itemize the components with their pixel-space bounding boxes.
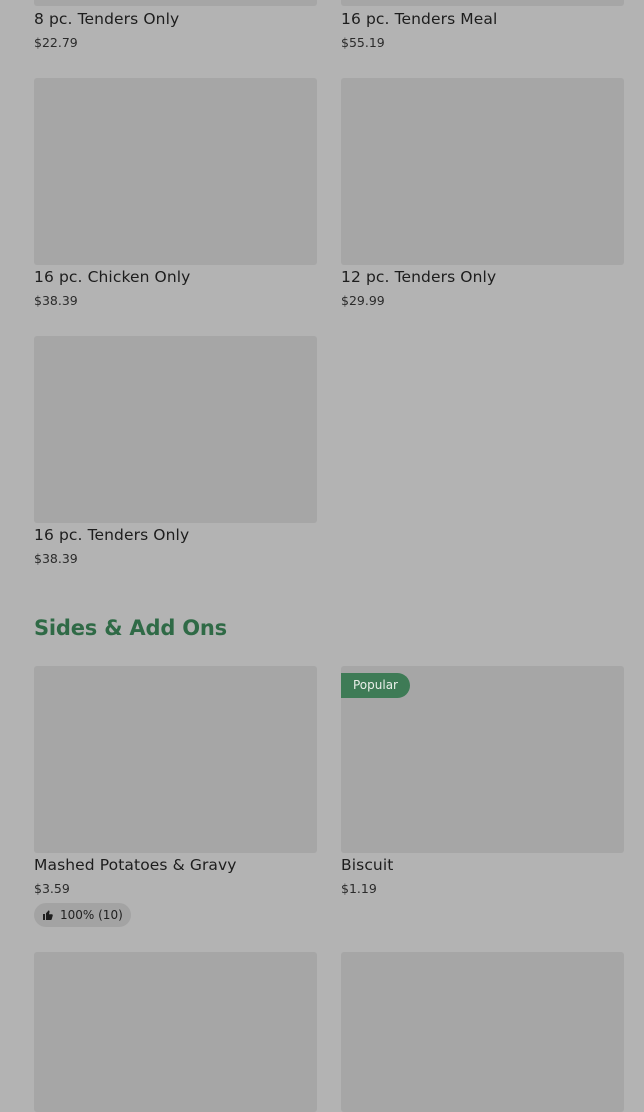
item-price: $22.79 (34, 35, 78, 50)
menu-item-card[interactable]: 16 pc. Tenders Only $38.39 (34, 336, 317, 576)
item-image-placeholder (34, 666, 317, 853)
popular-badge: Popular (341, 673, 410, 698)
item-image-placeholder (34, 0, 317, 6)
item-price: $38.39 (34, 293, 78, 308)
item-name: Mashed Potatoes & Gravy (34, 856, 237, 874)
menu-page: 8 pc. Tenders Only $22.79 16 pc. Tenders… (0, 0, 644, 1112)
item-price: $38.39 (34, 551, 78, 566)
menu-item-card[interactable]: Popular Biscuit $1.19 (341, 666, 624, 906)
item-price: $29.99 (341, 293, 385, 308)
section-title-sides: Sides & Add Ons (34, 616, 227, 640)
item-image-placeholder (341, 78, 624, 265)
item-name: 12 pc. Tenders Only (341, 268, 497, 286)
item-image-placeholder (34, 336, 317, 523)
item-name: 16 pc. Tenders Meal (341, 10, 498, 28)
item-image-placeholder (341, 952, 624, 1112)
item-name: 16 pc. Chicken Only (34, 268, 191, 286)
item-price: $3.59 (34, 881, 70, 896)
menu-item-card[interactable]: 12 pc. Tenders Only $29.99 (341, 78, 624, 318)
menu-item-card[interactable]: 16 pc. Chicken Only $38.39 (34, 78, 317, 318)
menu-item-card[interactable]: 16 pc. Tenders Meal $55.19 (341, 0, 624, 56)
menu-item-card[interactable] (341, 952, 624, 1112)
rating-badge: 100% (10) (34, 903, 131, 927)
rating-text: 100% (10) (60, 908, 123, 922)
item-image-placeholder (34, 952, 317, 1112)
menu-item-card[interactable]: Mashed Potatoes & Gravy $3.59 100% (10) (34, 666, 317, 928)
menu-item-card[interactable] (34, 952, 317, 1112)
item-name: 8 pc. Tenders Only (34, 10, 180, 28)
item-image-placeholder (341, 0, 624, 6)
item-image-placeholder (34, 78, 317, 265)
menu-item-card[interactable]: 8 pc. Tenders Only $22.79 (34, 0, 317, 56)
item-price: $55.19 (341, 35, 385, 50)
thumbs-up-icon (42, 909, 54, 921)
item-name: Biscuit (341, 856, 394, 874)
item-price: $1.19 (341, 881, 377, 896)
item-name: 16 pc. Tenders Only (34, 526, 190, 544)
